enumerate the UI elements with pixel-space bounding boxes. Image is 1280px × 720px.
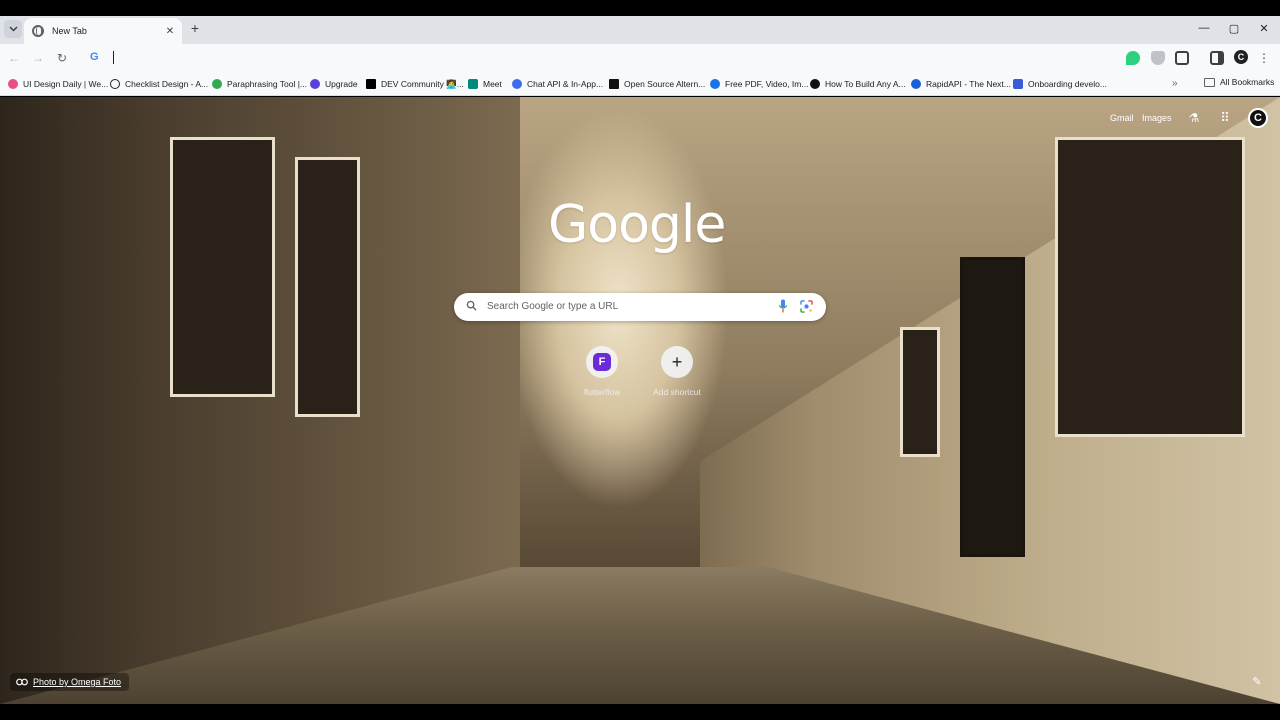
tab-close-icon[interactable]: ✕	[164, 26, 176, 37]
upgrade-icon	[310, 79, 320, 89]
flutterflow-icon: F	[593, 353, 611, 371]
chat-api-icon	[512, 79, 522, 89]
paraphrasing-tool-icon	[212, 79, 222, 89]
new-tab-button[interactable]: +	[188, 21, 202, 35]
shortcut-flutterflow[interactable]: F flutterflow	[567, 346, 637, 397]
minimize-button[interactable]: —	[1197, 22, 1211, 34]
bookmark-item[interactable]: RapidAPI - The Next...	[911, 77, 1011, 91]
close-window-button[interactable]: ✕	[1257, 22, 1271, 35]
bookmark-label: Checklist Design - A...	[125, 79, 209, 89]
bookmark-item[interactable]: DEV Community 👩‍💻...	[366, 77, 464, 91]
background-window	[1055, 137, 1245, 437]
google-lens-icon[interactable]	[800, 300, 813, 313]
search-box[interactable]: Search Google or type a URL	[454, 293, 826, 321]
checklist-icon	[110, 79, 120, 89]
attribution-link[interactable]: Photo by Omega Foto	[33, 677, 121, 687]
folder-icon	[1204, 77, 1215, 87]
all-bookmarks-label: All Bookmarks	[1220, 77, 1275, 87]
reload-button[interactable]: ↻	[54, 50, 70, 66]
search-placeholder: Search Google or type a URL	[487, 301, 619, 312]
tab-new-tab[interactable]: New Tab ✕	[24, 18, 182, 44]
bookmark-label: RapidAPI - The Next...	[926, 79, 1011, 89]
bookmark-label: Open Source Altern...	[624, 79, 706, 89]
tab-strip: New Tab ✕ + — ▢ ✕	[0, 16, 1280, 44]
shortcut-label: flutterflow	[583, 387, 621, 397]
text-cursor	[113, 51, 114, 64]
screen-bottom-border	[0, 704, 1280, 720]
bookmark-item[interactable]: Open Source Altern...	[609, 77, 705, 91]
how-to-build-icon	[810, 79, 820, 89]
rapidapi-icon	[911, 79, 921, 89]
labs-flask-icon[interactable]: ⚗	[1186, 110, 1202, 126]
tab-title: New Tab	[52, 26, 87, 36]
extension-shield-icon[interactable]	[1151, 51, 1165, 65]
google-search-icon: G	[90, 51, 99, 63]
background-door	[960, 257, 1025, 557]
bookmark-label: Upgrade	[325, 79, 358, 89]
new-tab-page: Gmail Images ⚗ ⠿ C Google Search Google …	[0, 97, 1280, 704]
plus-icon: +	[671, 352, 683, 372]
address-bar[interactable]: G	[84, 46, 1114, 70]
extension-leaf-icon[interactable]	[1126, 51, 1140, 65]
shortcut-label: Add shortcut	[653, 387, 701, 397]
dev-community-icon	[366, 79, 376, 89]
bookmark-item[interactable]: How To Build Any A...	[810, 77, 906, 91]
menu-kebab-icon[interactable]: ⋮	[1258, 51, 1270, 65]
side-panel-icon[interactable]	[1210, 51, 1224, 65]
bookmark-item[interactable]: Onboarding develo...	[1013, 77, 1107, 91]
bookmark-label: Paraphrasing Tool |...	[227, 79, 308, 89]
shortcut-tile: +	[661, 346, 693, 378]
customize-pencil-icon[interactable]: ✎	[1248, 673, 1266, 691]
background-window	[900, 327, 940, 457]
back-button[interactable]: ←	[6, 50, 22, 66]
bookmark-item[interactable]: Upgrade	[310, 77, 358, 91]
background-window	[170, 137, 275, 397]
profile-avatar[interactable]: C	[1234, 50, 1248, 64]
apps-grid-icon[interactable]: ⠿	[1217, 110, 1233, 126]
bookmark-label: How To Build Any A...	[825, 79, 906, 89]
ui-design-daily-icon	[8, 79, 18, 89]
extensions-puzzle-icon[interactable]	[1175, 51, 1189, 65]
chevron-down-icon	[8, 26, 18, 32]
bookmark-item[interactable]: Paraphrasing Tool |...	[212, 77, 307, 91]
chrome-globe-icon	[32, 25, 44, 37]
bookmark-label: Onboarding develo...	[1028, 79, 1107, 89]
free-pdf-icon	[710, 79, 720, 89]
images-link[interactable]: Images	[1142, 113, 1172, 123]
bookmark-label: Chat API & In-App...	[527, 79, 604, 89]
bookmark-item[interactable]: Meet	[468, 77, 502, 91]
onboarding-icon	[1013, 79, 1023, 89]
google-meet-icon	[468, 79, 478, 89]
account-avatar[interactable]: C	[1248, 108, 1268, 128]
screen-top-border	[0, 0, 1280, 16]
background-window	[295, 157, 360, 417]
bookmarks-bar: UI Design Daily | We... Checklist Design…	[0, 72, 1280, 96]
bookmark-item[interactable]: UI Design Daily | We...	[8, 77, 108, 91]
link-icon	[16, 678, 28, 686]
all-bookmarks-button[interactable]: All Bookmarks	[1204, 77, 1274, 87]
bookmark-label: Free PDF, Video, Im...	[725, 79, 809, 89]
bookmark-item[interactable]: Chat API & In-App...	[512, 77, 603, 91]
open-source-alternative-icon	[609, 79, 619, 89]
bookmark-label: UI Design Daily | We...	[23, 79, 109, 89]
forward-button[interactable]: →	[30, 50, 46, 66]
bookmark-item[interactable]: Checklist Design - A...	[110, 77, 208, 91]
tab-search-button[interactable]	[4, 20, 22, 38]
search-icon	[466, 300, 477, 311]
gmail-link[interactable]: Gmail	[1110, 113, 1134, 123]
browser-toolbar: ← → ↻ G ⋮	[0, 44, 1280, 72]
google-logo: Google	[548, 195, 726, 255]
add-shortcut-button[interactable]: + Add shortcut	[642, 346, 712, 397]
bookmarks-overflow-button[interactable]: »	[1172, 78, 1178, 89]
photo-attribution[interactable]: Photo by Omega Foto	[10, 673, 130, 691]
restore-button[interactable]: ▢	[1227, 22, 1241, 35]
bookmark-item[interactable]: Free PDF, Video, Im...	[710, 77, 808, 91]
bookmark-label: Meet	[483, 79, 502, 89]
voice-search-mic-icon[interactable]	[778, 299, 788, 314]
shortcut-tile: F	[586, 346, 618, 378]
bookmark-label: DEV Community 👩‍💻...	[381, 78, 464, 89]
